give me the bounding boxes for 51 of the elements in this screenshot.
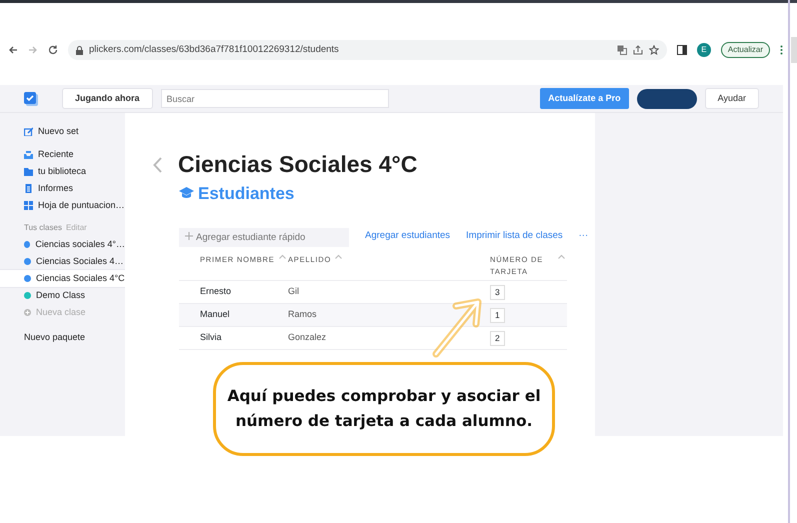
address-bar[interactable]: plickers.com/classes/63bd36a7f781f10012269312/students: [68, 40, 667, 60]
update-button[interactable]: Actualizar: [720, 42, 770, 58]
more-button[interactable]: ···: [578, 226, 588, 246]
table-cell-text: Manuel: [200, 308, 231, 322]
checkbox-logo-icon[interactable]: [24, 92, 38, 106]
sidebar-item[interactable]: tu biblioteca: [0, 163, 125, 180]
sidebar-item[interactable]: Informes: [0, 180, 125, 197]
class-item[interactable]: Ciencias Sociales 4°C: [0, 270, 125, 287]
card-number: 3: [490, 284, 505, 300]
new-set-icon: [24, 127, 33, 136]
grid-icon: [24, 201, 33, 210]
inbox-icon: [24, 150, 33, 159]
profile-avatar[interactable]: E: [696, 43, 711, 57]
more-icon[interactable]: [780, 45, 783, 55]
table-cell-text: Silvia: [200, 331, 223, 344]
table-cell-text: Gil: [288, 285, 300, 298]
class-item[interactable]: Ciencias sociales 4°…: [0, 236, 125, 253]
section-title: Estudiantes: [198, 182, 294, 205]
plus-icon: [185, 232, 193, 240]
lock-icon: [76, 46, 83, 54]
card-number: 1: [490, 308, 505, 323]
share-icon[interactable]: [632, 45, 643, 55]
section-heading: Tus clases: [24, 222, 62, 234]
document-icon: [24, 184, 33, 193]
graduation-cap-icon: [179, 187, 194, 200]
now-playing-button[interactable]: Jugando ahora: [62, 88, 153, 110]
address-field[interactable]: plickers.com/classes/63bd36a7f781f10012269312/students: [89, 42, 611, 58]
side-panel-icon[interactable]: [676, 45, 687, 55]
sidebar-item[interactable]: Reciente: [0, 146, 125, 163]
callout-text: Aquí puedes comprobar y asociar el número de tarjeta a cada alumno.: [213, 362, 555, 456]
sidebar-item[interactable]: Hoja de puntuacion…: [0, 197, 125, 214]
sidebar-item[interactable]: Nuevo set: [0, 123, 125, 140]
plus-circle-icon: [24, 309, 31, 316]
search-field[interactable]: Buscar: [160, 89, 389, 108]
page-title: Ciencias Sociales 4°C: [178, 151, 418, 179]
help-button[interactable]: Ayudar: [704, 88, 759, 110]
action-link[interactable]: Imprimir lista de clases: [466, 226, 563, 246]
table-cell-text: Ramos: [288, 308, 318, 322]
redacted-account-button[interactable]: [636, 88, 697, 108]
table-cell-text: Gonzalez: [288, 331, 328, 344]
action-link[interactable]: Agregar estudiantes: [365, 226, 450, 246]
class-item[interactable]: Demo Class: [0, 287, 125, 304]
reload-icon[interactable]: [48, 45, 58, 55]
translate-icon[interactable]: [616, 45, 627, 55]
star-icon[interactable]: [648, 45, 659, 55]
quick-add-field[interactable]: Agregar estudiante rápido: [179, 228, 349, 248]
card-number: 2: [490, 330, 505, 346]
table-cell-text: Ernesto: [200, 285, 232, 298]
folder-icon: [24, 167, 33, 176]
new-package-item[interactable]: Nuevo paquete: [0, 329, 125, 346]
back-icon[interactable]: [8, 45, 18, 55]
